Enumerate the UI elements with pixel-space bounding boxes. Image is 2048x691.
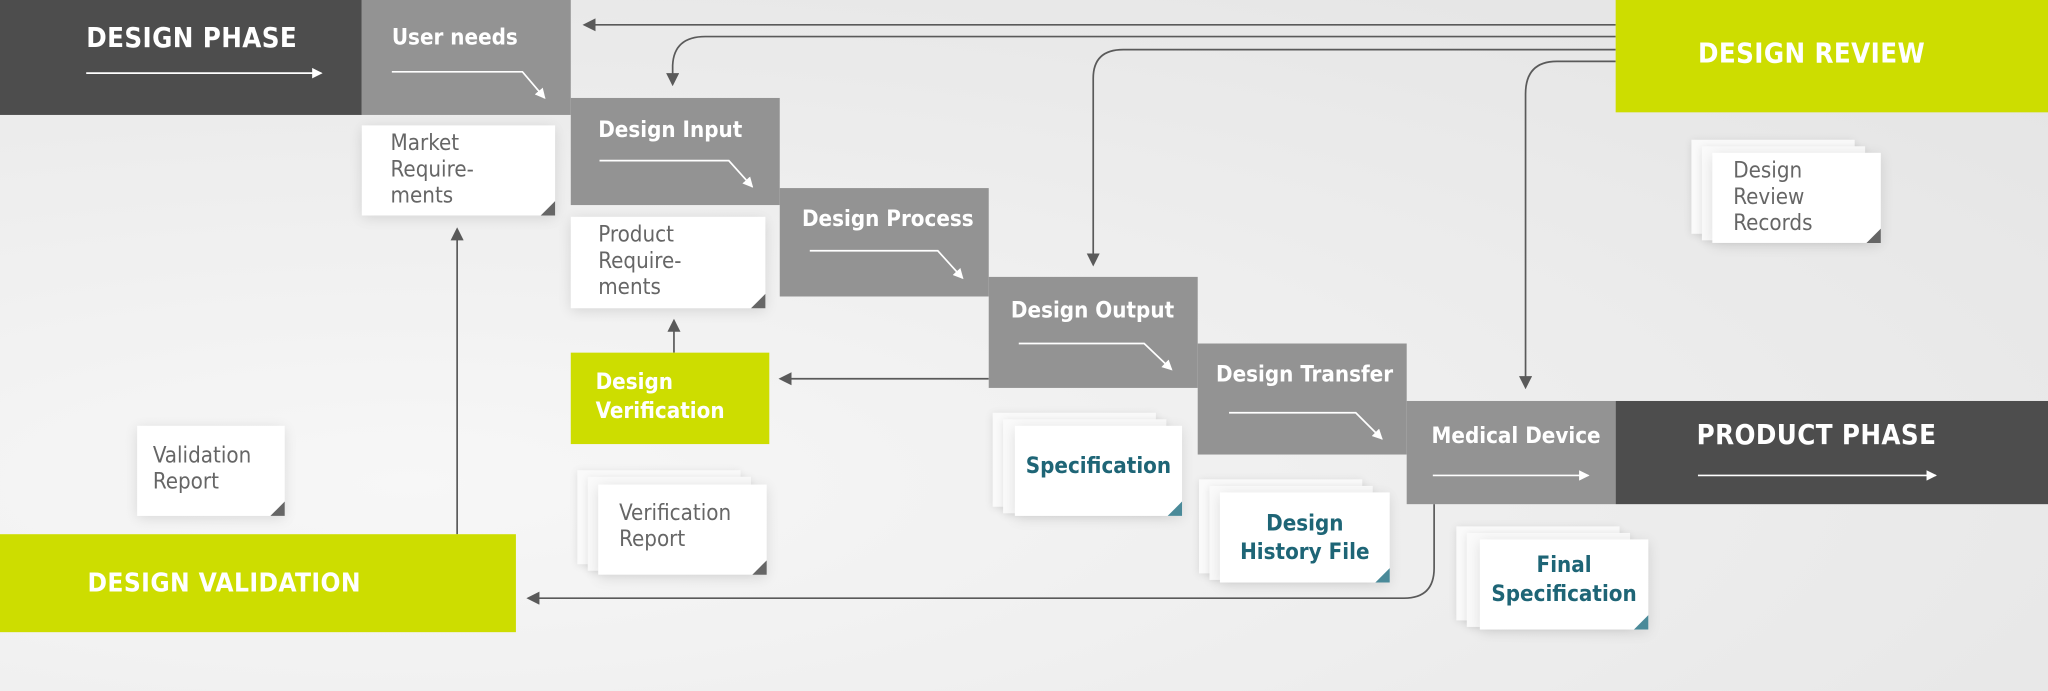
design-process-arrow: [809, 249, 964, 280]
doc-line: Design: [1266, 510, 1344, 537]
doc-line: Require-: [598, 248, 682, 275]
design-transfer-arrow: [1229, 411, 1383, 440]
doc-line: Review: [1733, 184, 1805, 211]
doc-line: Require-: [390, 156, 474, 183]
user-needs-arrow: [391, 70, 546, 99]
design-control-diagram: DESIGN PHASE User needs Design Input Des…: [0, 0, 2048, 691]
doc-design-review-records: Design Review Records: [1712, 152, 1881, 243]
doc-line: Market: [390, 130, 460, 157]
doc-specification: Specification: [1014, 425, 1183, 516]
doc-line: Specification: [1491, 580, 1637, 607]
page-corner-icon: [1167, 501, 1183, 516]
page-corner-icon: [540, 201, 556, 216]
page-corner-icon: [1866, 228, 1881, 243]
doc-line: Validation: [152, 442, 252, 469]
doc-line: Design: [1733, 158, 1803, 185]
doc-final-specification: Final Specification: [1479, 539, 1649, 630]
doc-line: Verification: [619, 500, 732, 527]
page-corner-icon: [1633, 615, 1649, 630]
doc-validation-report: Validation Report: [137, 425, 285, 516]
flow-arrows: [86, 67, 1937, 481]
doc-design-history-file: Design History File: [1219, 492, 1390, 583]
doc-line: ments: [390, 182, 454, 209]
page-corner-icon: [751, 293, 766, 309]
page-corner-icon: [1375, 568, 1390, 583]
doc-line: Final: [1536, 551, 1592, 578]
doc-line: ments: [598, 274, 661, 301]
doc-line: History File: [1240, 538, 1370, 565]
doc-line: Product: [598, 222, 674, 249]
page-corner-icon: [270, 501, 285, 516]
doc-verification-report: Verification Report: [598, 484, 767, 575]
design-output-arrow: [1018, 342, 1173, 371]
doc-product-requirements: Product Require- ments: [570, 216, 766, 309]
doc-market-requirements: Market Require- ments: [361, 125, 556, 216]
doc-title: Specification: [1025, 452, 1172, 479]
page-corner-icon: [752, 560, 767, 575]
doc-line: Report: [619, 526, 686, 553]
doc-line: Report: [152, 468, 219, 496]
design-input-arrow: [599, 159, 754, 188]
doc-line: Records: [1733, 210, 1813, 237]
